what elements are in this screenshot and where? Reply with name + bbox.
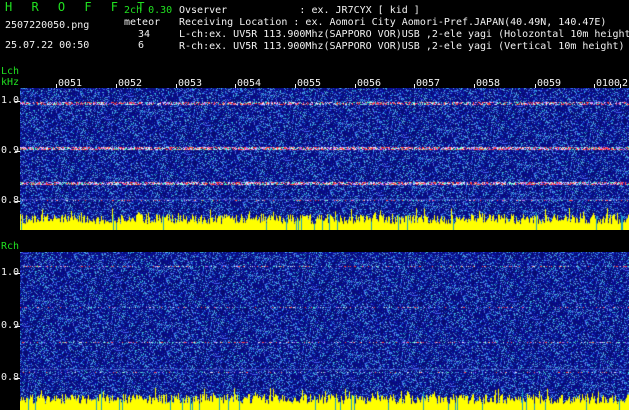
lch-unit-label: kHz	[1, 77, 20, 88]
rch-label: Rch	[1, 241, 20, 252]
location-line: Receiving Location : ex. Aomori City Aom…	[179, 17, 607, 28]
rch-config-line: R-ch:ex. UV5R 113.900Mhz(SAPPORO VOR)USB…	[179, 41, 625, 52]
rch-waterfall-canvas	[20, 252, 629, 410]
filename-label: 2507220050.png	[5, 20, 90, 31]
mode-label: meteor	[124, 17, 161, 28]
rch-count: 6	[138, 40, 145, 51]
datetime-label: 25.07.22 00:50	[5, 40, 90, 51]
version-label: 2ch 0.30	[124, 5, 173, 16]
lch-spectrogram	[20, 88, 629, 230]
observer-line: Ovserver : ex. JR7CYX [ kid ]	[179, 5, 420, 16]
lch-waterfall-canvas	[20, 88, 629, 230]
lch-config-line: L-ch:ex. UV5R 113.900Mhz(SAPPORO VOR)USB…	[179, 29, 629, 40]
rch-spectrogram	[20, 252, 629, 410]
